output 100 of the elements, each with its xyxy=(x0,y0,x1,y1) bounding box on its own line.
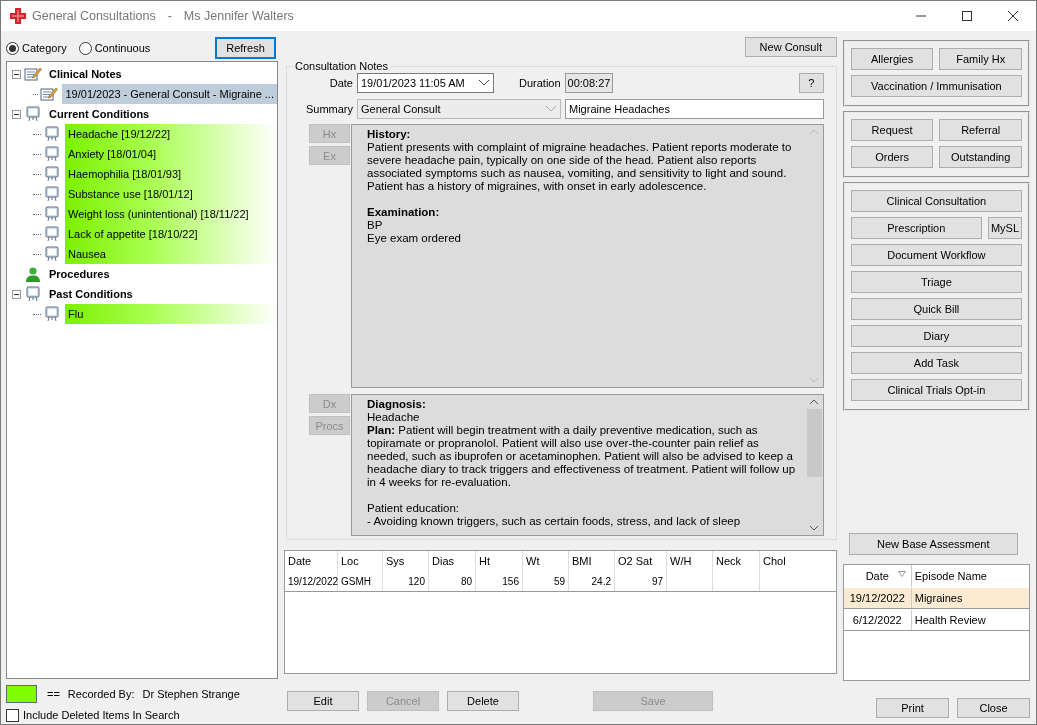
view-mode-radio[interactable]: Continuous xyxy=(78,41,151,55)
panel-button[interactable]: Clinical Consultation xyxy=(850,190,1022,212)
panel-button[interactable]: Add Task xyxy=(850,352,1022,374)
table-cell: 24.2 xyxy=(569,571,615,591)
panel-button[interactable]: Quick Bill xyxy=(850,298,1022,320)
scroll-up-icon[interactable] xyxy=(809,399,820,405)
include-deleted-checkbox[interactable]: Include Deleted Items In Search xyxy=(6,706,278,724)
column-header[interactable]: Episode Name xyxy=(911,565,1029,587)
notes-paragraph: Patient education: xyxy=(367,502,461,515)
collapse-icon[interactable] xyxy=(12,109,21,119)
tree-item[interactable]: Lack of appetite [18/10/22] xyxy=(65,224,277,244)
panel-button[interactable]: Outstanding xyxy=(939,146,1022,168)
notes-paragraph: Eye exam ordered xyxy=(367,232,462,245)
notes-heading: Examination: xyxy=(367,206,441,219)
episode-row[interactable]: 19/12/2022 Migraines xyxy=(843,587,1029,609)
table-cell-text: Migraines xyxy=(913,591,964,606)
summary-type-dropdown[interactable]: General Consult xyxy=(357,99,561,119)
tree-item[interactable]: Anxiety [18/01/04] xyxy=(65,144,277,164)
column-header[interactable]: Wt xyxy=(523,551,569,571)
clipboard-icon xyxy=(43,146,61,162)
column-header[interactable]: Dias xyxy=(429,551,476,571)
tree-item[interactable]: 19/01/2023 - General Consult - Migraine ... xyxy=(62,84,277,104)
legend-separator: == xyxy=(47,688,60,700)
notes-paragraph: Headache xyxy=(367,411,421,424)
close-icon[interactable] xyxy=(1007,10,1019,22)
clipboard-icon xyxy=(43,166,61,182)
view-mode-radio[interactable]: Category xyxy=(6,41,67,55)
tree-item[interactable]: Flu xyxy=(65,304,277,324)
patient-name: Ms Jennifer Walters xyxy=(183,9,294,23)
refresh-button[interactable]: Refresh xyxy=(215,37,276,59)
tree-category[interactable]: Procedures xyxy=(46,264,113,284)
panel-button[interactable]: Allergies xyxy=(850,48,934,70)
legend-value: Dr Stephen Strange xyxy=(142,688,240,700)
panel-button[interactable]: Clinical Trials Opt-in xyxy=(850,379,1022,401)
date-picker[interactable]: 19/01/2023 11:05 AM xyxy=(357,73,494,93)
notes-heading: Diagnosis: xyxy=(367,398,427,411)
notes-paragraph: Plan: Patient will begin treatment with a daily preventive medication, such as topiramate or propranolol. Patient will also use over-the-counter pain relief as needed, such as ibuprofen or acetaminophen. Patient will also be advised to keep a headache diary to track triggers and effectiveness of treatment. Patient will follow up in 4 weeks for re-evaluation. xyxy=(367,424,797,489)
table-cell: 6/12/2022 xyxy=(843,610,912,630)
summary-field[interactable]: Migraine Headaches xyxy=(565,99,824,119)
tree-category[interactable]: Clinical Notes xyxy=(46,64,125,84)
clipboard-icon xyxy=(43,306,61,322)
clipboard-icon xyxy=(24,286,42,302)
collapse-icon[interactable] xyxy=(12,69,21,79)
panel-button[interactable]: Diary xyxy=(850,325,1022,347)
clipboard-icon xyxy=(43,226,61,242)
tree-category[interactable]: Current Conditions xyxy=(46,104,153,124)
panel-button[interactable]: Request xyxy=(850,119,934,141)
person-icon xyxy=(24,266,42,282)
notes-paragraph: - Avoiding known triggers, such as certain foods, stress, and lack of sleep xyxy=(367,515,742,528)
window-button[interactable]: Print xyxy=(876,698,949,718)
window-button[interactable]: Close xyxy=(957,698,1030,718)
scroll-thumb[interactable] xyxy=(806,409,822,477)
column-header[interactable]: Date xyxy=(285,551,338,571)
panel-button[interactable]: Family Hx xyxy=(939,48,1022,70)
column-header[interactable]: Chol xyxy=(760,551,836,571)
action-button[interactable]: Edit xyxy=(287,691,359,711)
tree-category[interactable]: Past Conditions xyxy=(46,284,136,304)
notes-paragraph: BP xyxy=(367,219,384,232)
panel-button[interactable]: Vaccination / Immunisation xyxy=(850,75,1022,97)
episode-row[interactable]: 6/12/2022 Health Review xyxy=(843,609,1029,631)
action-button[interactable]: Delete xyxy=(447,691,519,711)
tree-item[interactable]: Weight loss (unintentional) [18/11/22] xyxy=(65,204,277,224)
help-button[interactable]: ? xyxy=(798,73,824,93)
chevron-icon xyxy=(545,105,557,113)
notes-paragraph: Patient presents with complaint of migraine headaches. Patient reports moderate to severe headache pain, typically on one side of the head. Patient also reports associated symptoms such as nausea, vomiting, and sensitivity to light and sound. Patient has a history of migraines, with onset in early adolescence. xyxy=(367,141,793,193)
chevron-icon xyxy=(478,79,490,87)
tree-item[interactable]: Haemophilia [18/01/93] xyxy=(65,164,277,184)
clipboard-icon xyxy=(43,246,61,262)
notes-heading: History: xyxy=(367,128,412,141)
notepad-icon xyxy=(24,66,42,82)
table-cell: 19/12/2022 xyxy=(843,588,912,608)
maximize-icon[interactable] xyxy=(961,10,973,22)
diagnosis-notes[interactable] xyxy=(351,394,824,536)
clipboard-icon xyxy=(43,186,61,202)
column-header[interactable]: W/H xyxy=(667,551,713,571)
column-header[interactable]: Ht xyxy=(476,551,523,571)
tree-item[interactable]: Headache [19/12/22] xyxy=(65,124,277,144)
legend-label: Recorded By: xyxy=(67,688,135,700)
tree-item[interactable]: Nausea xyxy=(65,244,277,264)
panel-button[interactable]: Triage xyxy=(850,271,1022,293)
clipboard-icon xyxy=(43,206,61,222)
duration-label: Duration xyxy=(519,77,561,89)
panel-title: Consultation Notes xyxy=(294,60,389,72)
panel-button[interactable]: MySL xyxy=(987,217,1022,239)
column-header[interactable]: Sys xyxy=(383,551,429,571)
panel-button[interactable]: Document Workflow xyxy=(850,244,1022,266)
panel-button[interactable]: Prescription xyxy=(850,217,982,239)
tree-item[interactable]: Substance use [18/01/12] xyxy=(65,184,277,204)
panel-button[interactable]: Referral xyxy=(939,119,1022,141)
new-base-assessment-button[interactable]: New Base Assessment xyxy=(848,533,1018,555)
column-header[interactable]: BMI xyxy=(569,551,615,571)
column-header[interactable]: O2 Sat xyxy=(615,551,667,571)
clipboard-icon xyxy=(43,126,61,142)
new-consult-button[interactable]: New Consult xyxy=(744,37,837,57)
table-cell: 156 xyxy=(476,571,523,591)
scroll-down-icon[interactable] xyxy=(809,525,820,531)
collapse-icon[interactable] xyxy=(12,289,21,299)
column-header[interactable]: Neck xyxy=(713,551,760,571)
column-header[interactable]: Loc xyxy=(338,551,383,571)
panel-button[interactable]: Orders xyxy=(850,146,934,168)
